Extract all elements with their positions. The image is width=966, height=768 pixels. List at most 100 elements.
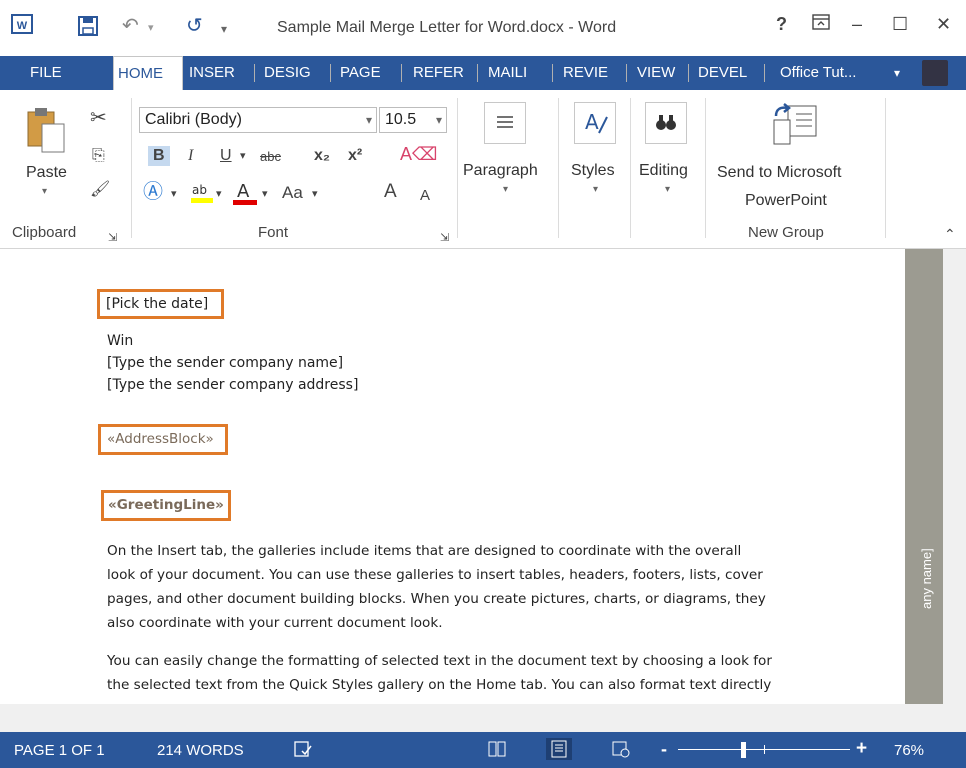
clipboard-launcher-icon[interactable]: ⇲ xyxy=(108,228,117,248)
zoom-slider-center-mark xyxy=(764,745,765,754)
tab-separator xyxy=(254,64,255,82)
italic-button[interactable]: I xyxy=(188,146,193,166)
font-color-dropdown-icon[interactable]: ▾ xyxy=(262,184,268,204)
undo-dropdown-icon[interactable]: ▾ xyxy=(148,18,154,38)
ribbon-display-icon[interactable] xyxy=(812,14,830,35)
tab-view[interactable]: VIEW xyxy=(637,56,675,90)
cut-icon[interactable]: ✂ xyxy=(90,108,107,128)
editing-button[interactable]: Editing xyxy=(639,162,688,180)
tab-design[interactable]: DESIG xyxy=(264,56,311,90)
print-layout-icon[interactable] xyxy=(546,738,572,760)
zoom-out-button[interactable]: - xyxy=(661,739,667,760)
paste-button[interactable]: Paste xyxy=(26,164,67,182)
chevron-down-icon: ▾ xyxy=(365,113,372,127)
paragraph-line: look of your document. You can use these… xyxy=(107,567,763,583)
change-case-dropdown-icon[interactable]: ▾ xyxy=(312,184,318,204)
grow-font-button[interactable]: A xyxy=(384,182,397,202)
account-dropdown-icon[interactable]: ▾ xyxy=(894,56,900,90)
font-family-select[interactable]: Calibri (Body) ▾ xyxy=(139,107,377,133)
group-separator xyxy=(705,98,706,238)
styles-icon[interactable]: A xyxy=(574,102,616,144)
group-separator xyxy=(457,98,458,238)
paragraph-icon[interactable] xyxy=(484,102,526,144)
editing-dropdown-icon[interactable]: ▾ xyxy=(665,184,670,195)
date-field[interactable]: [Pick the date] xyxy=(106,296,208,312)
minimize-button[interactable]: – xyxy=(852,14,862,35)
tab-references[interactable]: REFER xyxy=(413,56,464,90)
format-painter-icon[interactable]: 🖌 xyxy=(90,180,110,200)
close-button[interactable]: ✕ xyxy=(936,14,951,35)
font-color-icon[interactable]: A xyxy=(232,180,258,212)
tab-separator xyxy=(764,64,765,82)
tab-developer[interactable]: DEVEL xyxy=(698,56,747,90)
paste-dropdown-icon[interactable]: ▾ xyxy=(42,186,47,197)
tab-review[interactable]: REVIE xyxy=(563,56,608,90)
change-case-button[interactable]: Aa xyxy=(282,183,303,203)
body-paragraph-1: On the Insert tab, the galleries include… xyxy=(107,539,827,635)
send-to-powerpoint-icon[interactable] xyxy=(770,102,820,153)
font-launcher-icon[interactable]: ⇲ xyxy=(440,228,449,248)
avatar[interactable] xyxy=(922,60,948,86)
address-block-field[interactable]: «AddressBlock» xyxy=(107,431,214,447)
zoom-slider-thumb[interactable] xyxy=(741,742,746,758)
zoom-in-button[interactable]: + xyxy=(856,738,867,760)
tab-separator xyxy=(477,64,478,82)
paragraph-dropdown-icon[interactable]: ▾ xyxy=(503,184,508,195)
paragraph-line: pages, and other document building block… xyxy=(107,591,766,607)
subscript-button[interactable]: x₂ xyxy=(314,146,330,166)
vertical-scrollbar-area[interactable] xyxy=(943,249,966,704)
bold-button[interactable]: B xyxy=(148,146,170,166)
copy-icon[interactable]: ⎘ xyxy=(92,146,105,166)
repeat-icon[interactable]: ↺ xyxy=(186,16,203,36)
underline-dropdown-icon[interactable]: ▾ xyxy=(240,146,246,166)
ribbon-tabs: FILE HOME INSER DESIG PAGE REFER MAILI R… xyxy=(0,56,966,90)
tab-separator xyxy=(552,64,553,82)
help-button[interactable]: ? xyxy=(776,14,787,35)
account-name[interactable]: Office Tut... xyxy=(780,56,856,90)
page-count[interactable]: PAGE 1 OF 1 xyxy=(14,742,105,759)
tab-page-layout[interactable]: PAGE xyxy=(340,56,381,90)
send-to-powerpoint-button[interactable]: Send to Microsoft xyxy=(717,164,842,182)
highlight-icon[interactable]: ab xyxy=(190,180,214,210)
word-app-icon[interactable]: W xyxy=(11,14,33,34)
document-page[interactable]: [Pick the date] Win [Type the sender com… xyxy=(0,249,905,704)
title-bar: W ↶ ▾ ↺ ▾ Sample Mail Merge Letter for W… xyxy=(0,0,966,56)
superscript-button[interactable]: x² xyxy=(348,146,362,166)
strikethrough-button[interactable]: abc xyxy=(260,147,281,167)
word-count[interactable]: 214 WORDS xyxy=(157,742,244,759)
styles-dropdown-icon[interactable]: ▾ xyxy=(593,184,598,195)
proofing-icon[interactable] xyxy=(294,740,312,762)
clear-formatting-icon[interactable]: A⌫ xyxy=(400,144,437,164)
text-effects-dropdown-icon[interactable]: ▾ xyxy=(171,184,177,204)
customize-qat-icon[interactable]: ▾ xyxy=(221,19,227,39)
undo-icon[interactable]: ↶ xyxy=(122,16,139,36)
paragraph-line: You can easily change the formatting of … xyxy=(107,653,772,669)
greeting-line-field[interactable]: «GreetingLine» xyxy=(108,497,224,513)
shrink-font-button[interactable]: A xyxy=(420,186,430,206)
new-group-label: New Group xyxy=(748,224,824,241)
save-icon[interactable] xyxy=(78,16,98,40)
sender-company-address[interactable]: [Type the sender company address] xyxy=(107,377,358,393)
tab-home[interactable]: HOME xyxy=(113,56,183,90)
word-window: W ↶ ▾ ↺ ▾ Sample Mail Merge Letter for W… xyxy=(0,0,966,768)
maximize-button[interactable]: ☐ xyxy=(892,14,908,35)
binoculars-icon[interactable] xyxy=(645,102,687,144)
collapse-ribbon-icon[interactable]: ⌃ xyxy=(944,224,956,244)
sender-company-name[interactable]: [Type the sender company name] xyxy=(107,355,343,371)
font-size-select[interactable]: 10.5 ▾ xyxy=(379,107,447,133)
web-layout-icon[interactable] xyxy=(612,740,630,762)
styles-button[interactable]: Styles xyxy=(571,162,615,180)
group-separator xyxy=(885,98,886,238)
paste-icon[interactable] xyxy=(26,106,68,161)
tab-mailings[interactable]: MAILI xyxy=(488,56,527,90)
read-mode-icon[interactable] xyxy=(488,740,506,762)
paragraph-button[interactable]: Paragraph xyxy=(463,162,538,180)
underline-button[interactable]: U xyxy=(220,146,232,166)
text-effects-icon[interactable]: Ⓐ xyxy=(143,182,163,202)
highlight-dropdown-icon[interactable]: ▾ xyxy=(216,184,222,204)
tab-insert[interactable]: INSER xyxy=(189,56,235,90)
body-paragraph-2: You can easily change the formatting of … xyxy=(107,649,827,697)
tab-separator xyxy=(626,64,627,82)
zoom-level[interactable]: 76% xyxy=(894,742,924,759)
tab-file[interactable]: FILE xyxy=(30,56,62,90)
